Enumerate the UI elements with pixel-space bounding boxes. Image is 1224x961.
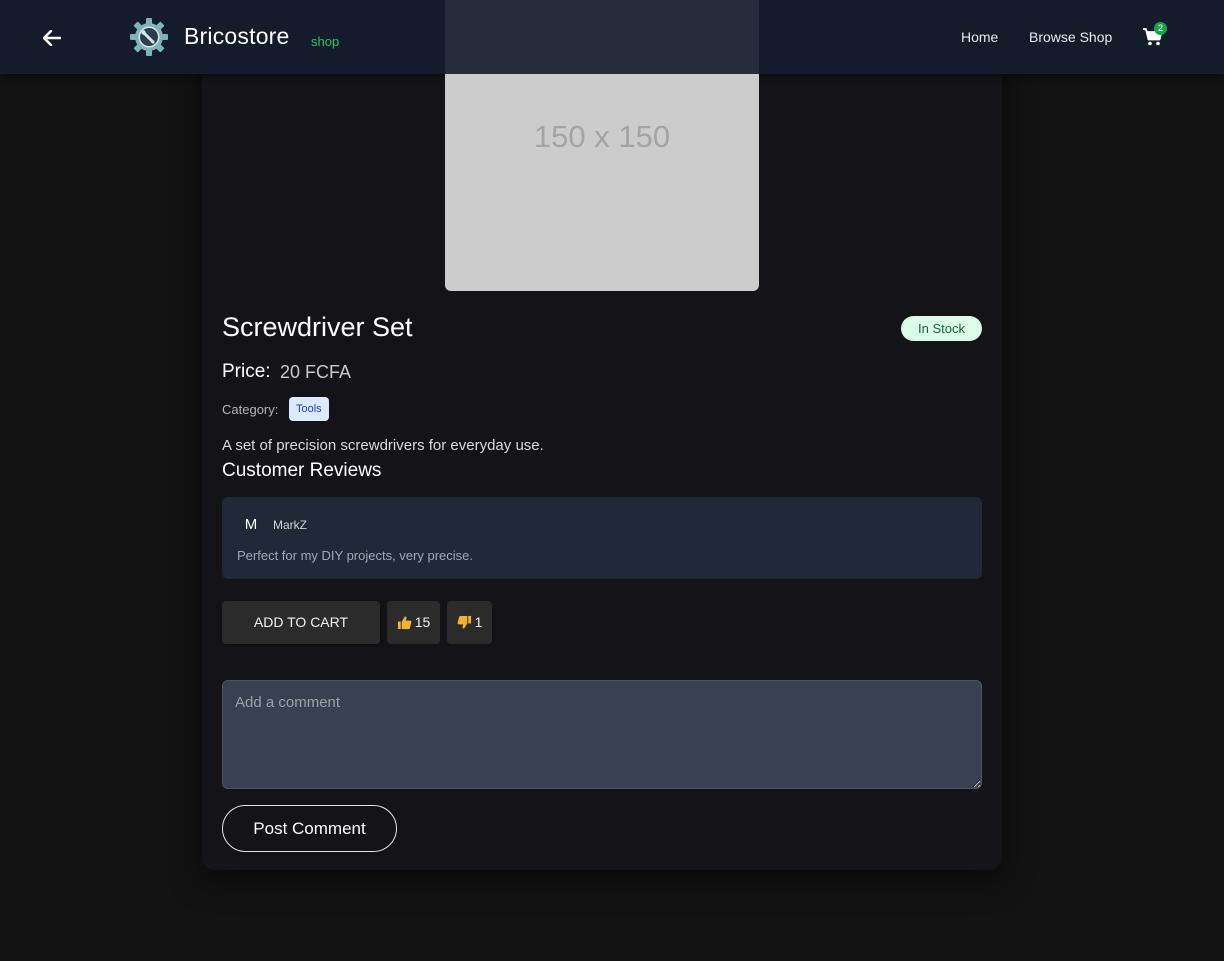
image-placeholder-text: 150 x 150 xyxy=(533,119,671,154)
like-count: 15 xyxy=(414,614,431,630)
product-title: Screwdriver Set xyxy=(222,312,413,342)
reviews-heading: Customer Reviews xyxy=(222,460,382,481)
brand-name[interactable]: Bricostore xyxy=(184,23,290,50)
review-author: MarkZ xyxy=(273,518,307,532)
product-description: A set of precision screwdrivers for ever… xyxy=(222,437,544,454)
price-value: 20 FCFA xyxy=(280,362,352,382)
dislike-count: 1 xyxy=(474,614,483,630)
review-text: Perfect for my DIY projects, very precis… xyxy=(237,548,473,563)
cart-count-badge: 2 xyxy=(1154,22,1167,35)
dislike-button[interactable]: 1 xyxy=(447,601,492,644)
arrow-left-icon xyxy=(43,30,61,46)
category-tag[interactable]: Tools xyxy=(289,397,329,421)
price-label: Price: xyxy=(222,361,271,382)
review-item: M MarkZ Perfect for my DIY projects, ver… xyxy=(222,497,982,579)
product-image: 150 x 150 xyxy=(445,0,759,291)
back-button[interactable] xyxy=(38,24,66,52)
brand-subtitle: shop xyxy=(311,34,340,49)
add-to-cart-button[interactable]: ADD TO CART xyxy=(222,601,380,644)
stock-status-badge: In Stock xyxy=(901,316,982,341)
like-button[interactable]: 15 xyxy=(387,601,440,644)
avatar: M xyxy=(244,516,258,533)
comment-input[interactable] xyxy=(222,680,982,789)
post-comment-button[interactable]: Post Comment xyxy=(222,805,397,852)
thumbs-down-icon xyxy=(457,615,471,629)
nav-home-link[interactable]: Home xyxy=(961,29,998,45)
category-label: Category: xyxy=(222,402,279,417)
image-overlay xyxy=(445,0,759,74)
gear-wrench-logo xyxy=(130,18,168,56)
nav-browse-shop-link[interactable]: Browse Shop xyxy=(1029,29,1112,45)
thumbs-up-icon xyxy=(397,616,412,630)
